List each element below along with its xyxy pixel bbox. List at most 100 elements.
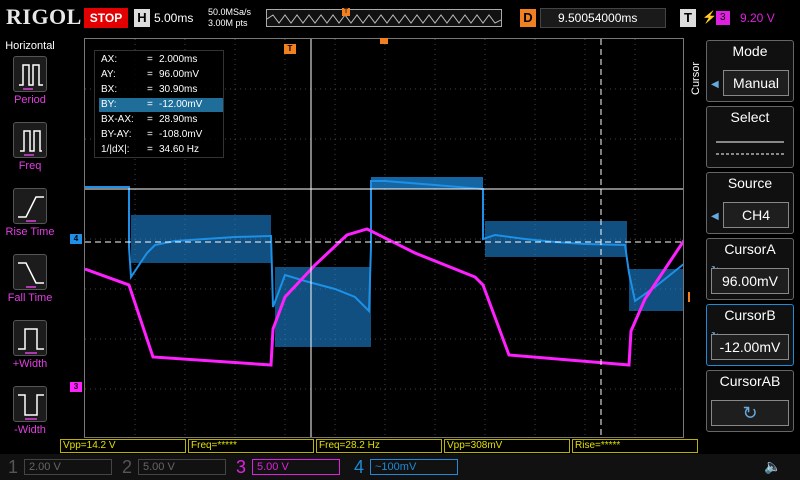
ch4-noise-band — [629, 269, 683, 311]
delay-key-icon: D — [520, 9, 536, 27]
channel-number: 1 — [7, 457, 18, 477]
readout-value: 30.90ms — [159, 84, 198, 95]
sample-rate: 50.0MSa/s — [208, 7, 252, 17]
negative-width-label: -Width — [14, 424, 46, 436]
measurement-item[interactable]: Rise=***** — [572, 439, 698, 453]
ch3-ground-marker[interactable]: 3 — [70, 382, 82, 392]
cursor-b-label: CursorB — [724, 307, 776, 323]
delay-value: 9.50054000ms — [558, 11, 638, 25]
cursor-menu-panel: Cursor Mode ◀ Manual Select Source ◀ CH4… — [690, 38, 800, 458]
trigger-center-marker — [380, 38, 388, 44]
rise-time-icon — [13, 188, 47, 224]
readout-key: BY: — [101, 99, 117, 110]
trigger-key-icon: T — [680, 9, 696, 27]
measure-freq-button[interactable]: Freq — [0, 122, 60, 182]
positive-width-label: +Width — [12, 358, 48, 370]
trigger-position-marker[interactable]: T — [284, 44, 296, 54]
readout-value: -108.0mV — [159, 129, 203, 140]
run-stop-button[interactable]: STOP — [84, 8, 128, 28]
select-button[interactable]: Select — [706, 106, 794, 168]
measurement-item[interactable]: Freq=***** — [188, 439, 314, 453]
select-lines-icon — [711, 136, 789, 162]
cursor-readout-row: AY: = 96.00mV — [99, 68, 223, 82]
cursor-ab-label: CursorAB — [719, 373, 781, 389]
readout-equals: = — [147, 129, 153, 140]
fall-time-label: Fall Time — [7, 292, 53, 304]
measure-negative-width-button[interactable]: -Width — [0, 386, 60, 446]
channel-1-button[interactable]: 1 2.00 V — [4, 456, 116, 478]
fall-time-icon — [13, 254, 47, 290]
mode-button[interactable]: Mode ◀ Manual — [706, 40, 794, 102]
panel-title: Horizontal — [5, 40, 55, 52]
channel-scale: ~100mV — [370, 459, 458, 475]
positive-width-icon — [13, 320, 47, 356]
chevron-left-icon: ◀ — [711, 211, 719, 222]
readout-key: 1/|dX|: — [101, 144, 130, 155]
top-status-bar: RIGOL STOP H 5.00ms 50.0MSa/s 3.00M pts … — [0, 0, 800, 38]
channel-bar: 1 2.00 V 2 5.00 V 3 5.00 V 4 ~100mV 🔈 — [0, 454, 800, 480]
channel-4-button[interactable]: 4 ~100mV — [350, 456, 462, 478]
channel-3-button[interactable]: 3 5.00 V — [232, 456, 344, 478]
freq-label: Freq — [18, 160, 42, 172]
ch4-noise-band — [371, 177, 483, 189]
memory-waveform-bar — [266, 9, 502, 27]
rotate-knob-icon: ↻ — [711, 400, 789, 426]
measurement-item[interactable]: Vpp=14.2 V — [60, 439, 186, 453]
negative-width-icon — [13, 386, 47, 422]
cursor-a-value: 96.00mV — [711, 268, 789, 294]
trigger-edge-icon: ⚡ — [702, 10, 717, 24]
chevron-left-icon: ◀ — [711, 79, 719, 90]
readout-equals: = — [147, 144, 153, 155]
channel-number: 3 — [235, 457, 246, 477]
cursor-readout: AX: = 2.000ms AY: = 96.00mV BX: = 30.90ms BY: = -12… — [94, 50, 224, 158]
cursor-readout-row: BX: = 30.90ms — [99, 83, 223, 97]
ch4-noise-band — [131, 215, 271, 263]
source-label: Source — [727, 175, 773, 191]
channel-number: 2 — [121, 457, 132, 477]
readout-value: -12.00mV — [159, 99, 203, 110]
readout-key: AX: — [101, 54, 118, 65]
cursor-readout-row: BX-AX: = 28.90ms — [99, 113, 223, 127]
readout-value: 96.00mV — [159, 69, 200, 80]
timebase-key-icon: H — [134, 9, 150, 27]
readout-value: 2.000ms — [159, 54, 198, 65]
measure-positive-width-button[interactable]: +Width — [0, 320, 60, 380]
measure-period-button[interactable]: Period — [0, 56, 60, 116]
mode-value: Manual — [723, 70, 789, 96]
readout-equals: = — [147, 114, 153, 125]
readout-key: BX: — [101, 84, 118, 95]
select-label: Select — [730, 109, 770, 125]
readout-key: BX-AX: — [101, 114, 134, 125]
cursor-readout-row: BY-AY: = -108.0mV — [99, 128, 223, 142]
ch4-noise-band — [485, 221, 627, 257]
period-icon — [13, 56, 47, 92]
cursor-b-button[interactable]: CursorB ↻ -12.00mV — [706, 304, 794, 366]
speaker-icon[interactable]: 🔈 — [764, 458, 784, 476]
measurement-item[interactable]: Freq=28.2 Hz — [316, 439, 442, 453]
rise-time-label: Rise Time — [5, 226, 55, 238]
horizontal-measure-panel: Horizontal Period Freq Rise Time Fall Ti… — [0, 38, 60, 458]
measure-rise-time-button[interactable]: Rise Time — [0, 188, 60, 248]
timebase-value[interactable]: 5.00ms — [154, 11, 193, 25]
channel-2-button[interactable]: 2 5.00 V — [118, 456, 230, 478]
cursor-b-value: -12.00mV — [711, 334, 789, 360]
readout-equals: = — [147, 54, 153, 65]
cursor-a-button[interactable]: CursorA ↻ 96.00mV — [706, 238, 794, 300]
cursor-readout-row: 1/|dX|: = 34.60 Hz — [99, 143, 223, 157]
readout-equals: = — [147, 99, 153, 110]
readout-key: BY-AY: — [101, 129, 132, 140]
trigger-source: 3 — [720, 12, 726, 23]
readout-value: 34.60 Hz — [159, 144, 200, 155]
measure-fall-time-button[interactable]: Fall Time — [0, 254, 60, 314]
cursor-a-label: CursorA — [724, 241, 776, 257]
trigger-level[interactable]: 9.20 V — [740, 11, 775, 25]
source-button[interactable]: Source ◀ CH4 — [706, 172, 794, 234]
ch4-ground-marker[interactable]: 4 — [70, 234, 82, 244]
channel-number: 4 — [353, 457, 364, 477]
mode-label: Mode — [732, 43, 768, 59]
cursor-ab-button[interactable]: CursorAB ↻ — [706, 370, 794, 432]
source-value: CH4 — [723, 202, 789, 228]
readout-equals: = — [147, 69, 153, 80]
cursor-readout-row: BY: = -12.00mV — [99, 98, 223, 112]
measurement-item[interactable]: Vpp=308mV — [444, 439, 570, 453]
